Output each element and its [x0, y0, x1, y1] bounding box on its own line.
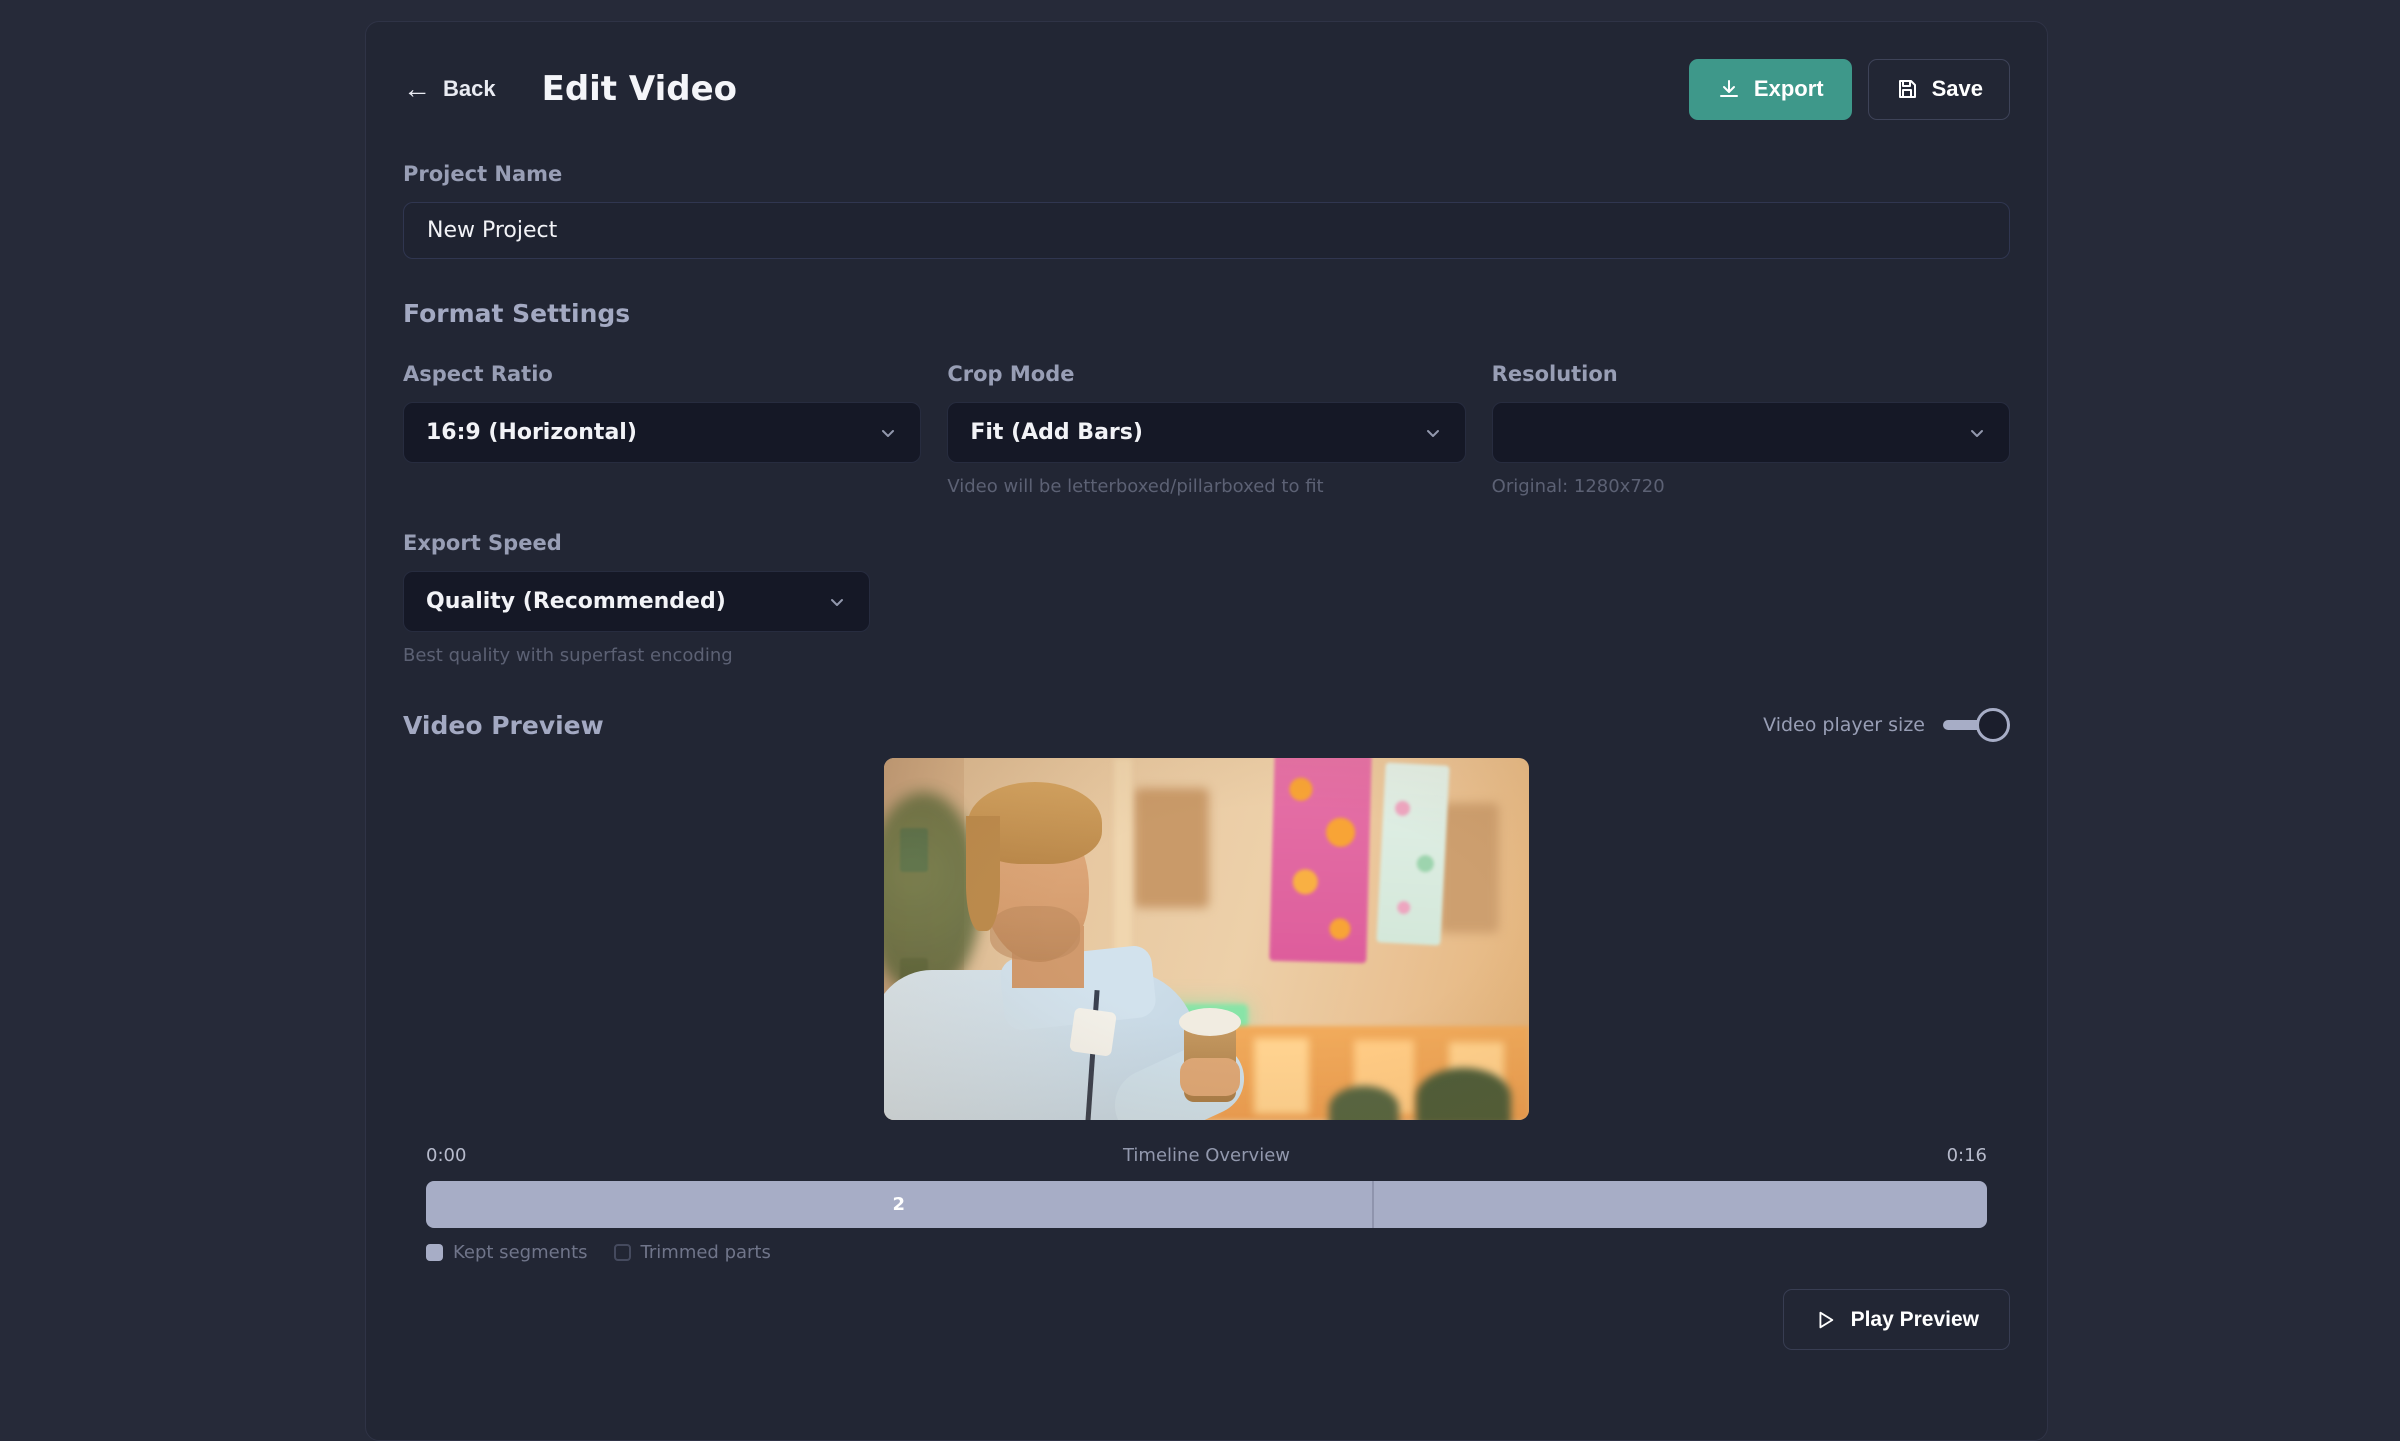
kept-segments-swatch: [426, 1244, 443, 1261]
video-preview-heading: Video Preview: [403, 711, 604, 740]
play-preview-row: Play Preview: [403, 1289, 2010, 1350]
export-label: Export: [1754, 76, 1824, 102]
trimmed-parts-label: Trimmed parts: [641, 1242, 771, 1263]
play-icon: [1814, 1309, 1836, 1331]
edit-video-panel: ← Back Edit Video Export Save Project Na…: [365, 21, 2048, 1441]
aspect-ratio-select[interactable]: 16:9 (Horizontal): [403, 402, 921, 463]
timeline-title: Timeline Overview: [466, 1145, 1946, 1166]
player-size-label: Video player size: [1763, 714, 1925, 736]
page-title: Edit Video: [542, 69, 737, 109]
aspect-ratio-field: Aspect Ratio 16:9 (Horizontal): [403, 362, 921, 497]
timeline-start-time: 0:00: [426, 1145, 466, 1166]
project-name-input[interactable]: [403, 202, 2010, 259]
crop-mode-hint: Video will be letterboxed/pillarboxed to…: [947, 476, 1465, 497]
video-art-vignette: [884, 758, 1529, 1120]
crop-mode-value: Fit (Add Bars): [970, 420, 1143, 445]
export-speed-field: Export Speed Quality (Recommended) Best …: [403, 531, 921, 666]
export-speed-hint: Best quality with superfast encoding: [403, 645, 921, 666]
player-size-control: Video player size: [1763, 708, 2010, 742]
export-speed-label: Export Speed: [403, 531, 921, 555]
chevron-down-icon: [1423, 423, 1443, 443]
save-button[interactable]: Save: [1868, 59, 2010, 120]
video-preview-header: Video Preview Video player size: [403, 708, 2010, 742]
export-button[interactable]: Export: [1689, 59, 1852, 120]
save-label: Save: [1932, 76, 1983, 102]
back-label: Back: [443, 76, 496, 102]
aspect-ratio-label: Aspect Ratio: [403, 362, 921, 386]
chevron-down-icon: [827, 592, 847, 612]
project-name-label: Project Name: [403, 162, 2010, 186]
crop-mode-select[interactable]: Fit (Add Bars): [947, 402, 1465, 463]
format-settings-grid: Aspect Ratio 16:9 (Horizontal) Crop Mode…: [403, 362, 2010, 666]
export-speed-value: Quality (Recommended): [426, 589, 726, 614]
timeline-end-time: 0:16: [1947, 1145, 1987, 1166]
format-settings-heading: Format Settings: [403, 299, 2010, 328]
download-icon: [1717, 77, 1741, 101]
timeline-times: 0:00 Timeline Overview 0:16: [426, 1145, 1987, 1166]
crop-mode-field: Crop Mode Fit (Add Bars) Video will be l…: [947, 362, 1465, 497]
legend-trimmed-parts: Trimmed parts: [614, 1242, 771, 1263]
play-preview-button[interactable]: Play Preview: [1783, 1289, 2010, 1350]
timeline-segment[interactable]: 2: [426, 1181, 1374, 1228]
resolution-field: Resolution Original: 1280x720: [1492, 362, 2010, 497]
header: ← Back Edit Video Export Save: [403, 58, 2010, 120]
back-button[interactable]: ← Back: [403, 75, 496, 103]
timeline-section: 0:00 Timeline Overview 0:16 2 Kept segme…: [403, 1145, 2010, 1263]
crop-mode-label: Crop Mode: [947, 362, 1465, 386]
video-frame[interactable]: [884, 758, 1529, 1120]
arrow-left-icon: ←: [403, 75, 431, 103]
legend-kept-segments: Kept segments: [426, 1242, 588, 1263]
timeline-segment[interactable]: [1374, 1181, 1987, 1228]
trimmed-parts-swatch: [614, 1244, 631, 1261]
slider-knob[interactable]: [1976, 708, 2010, 742]
chevron-down-icon: [878, 423, 898, 443]
save-icon: [1895, 77, 1919, 101]
aspect-ratio-value: 16:9 (Horizontal): [426, 420, 637, 445]
video-preview-stage: [884, 758, 1529, 1120]
timeline-legend: Kept segments Trimmed parts: [426, 1242, 1987, 1263]
timeline-bar[interactable]: 2: [426, 1181, 1987, 1228]
play-preview-label: Play Preview: [1851, 1308, 1979, 1332]
export-speed-select[interactable]: Quality (Recommended): [403, 571, 870, 632]
kept-segments-label: Kept segments: [453, 1242, 588, 1263]
chevron-down-icon: [1967, 423, 1987, 443]
player-size-slider[interactable]: [1943, 708, 2010, 742]
resolution-label: Resolution: [1492, 362, 2010, 386]
resolution-select[interactable]: [1492, 402, 2010, 463]
resolution-hint: Original: 1280x720: [1492, 476, 2010, 497]
project-name-field: Project Name: [403, 162, 2010, 259]
